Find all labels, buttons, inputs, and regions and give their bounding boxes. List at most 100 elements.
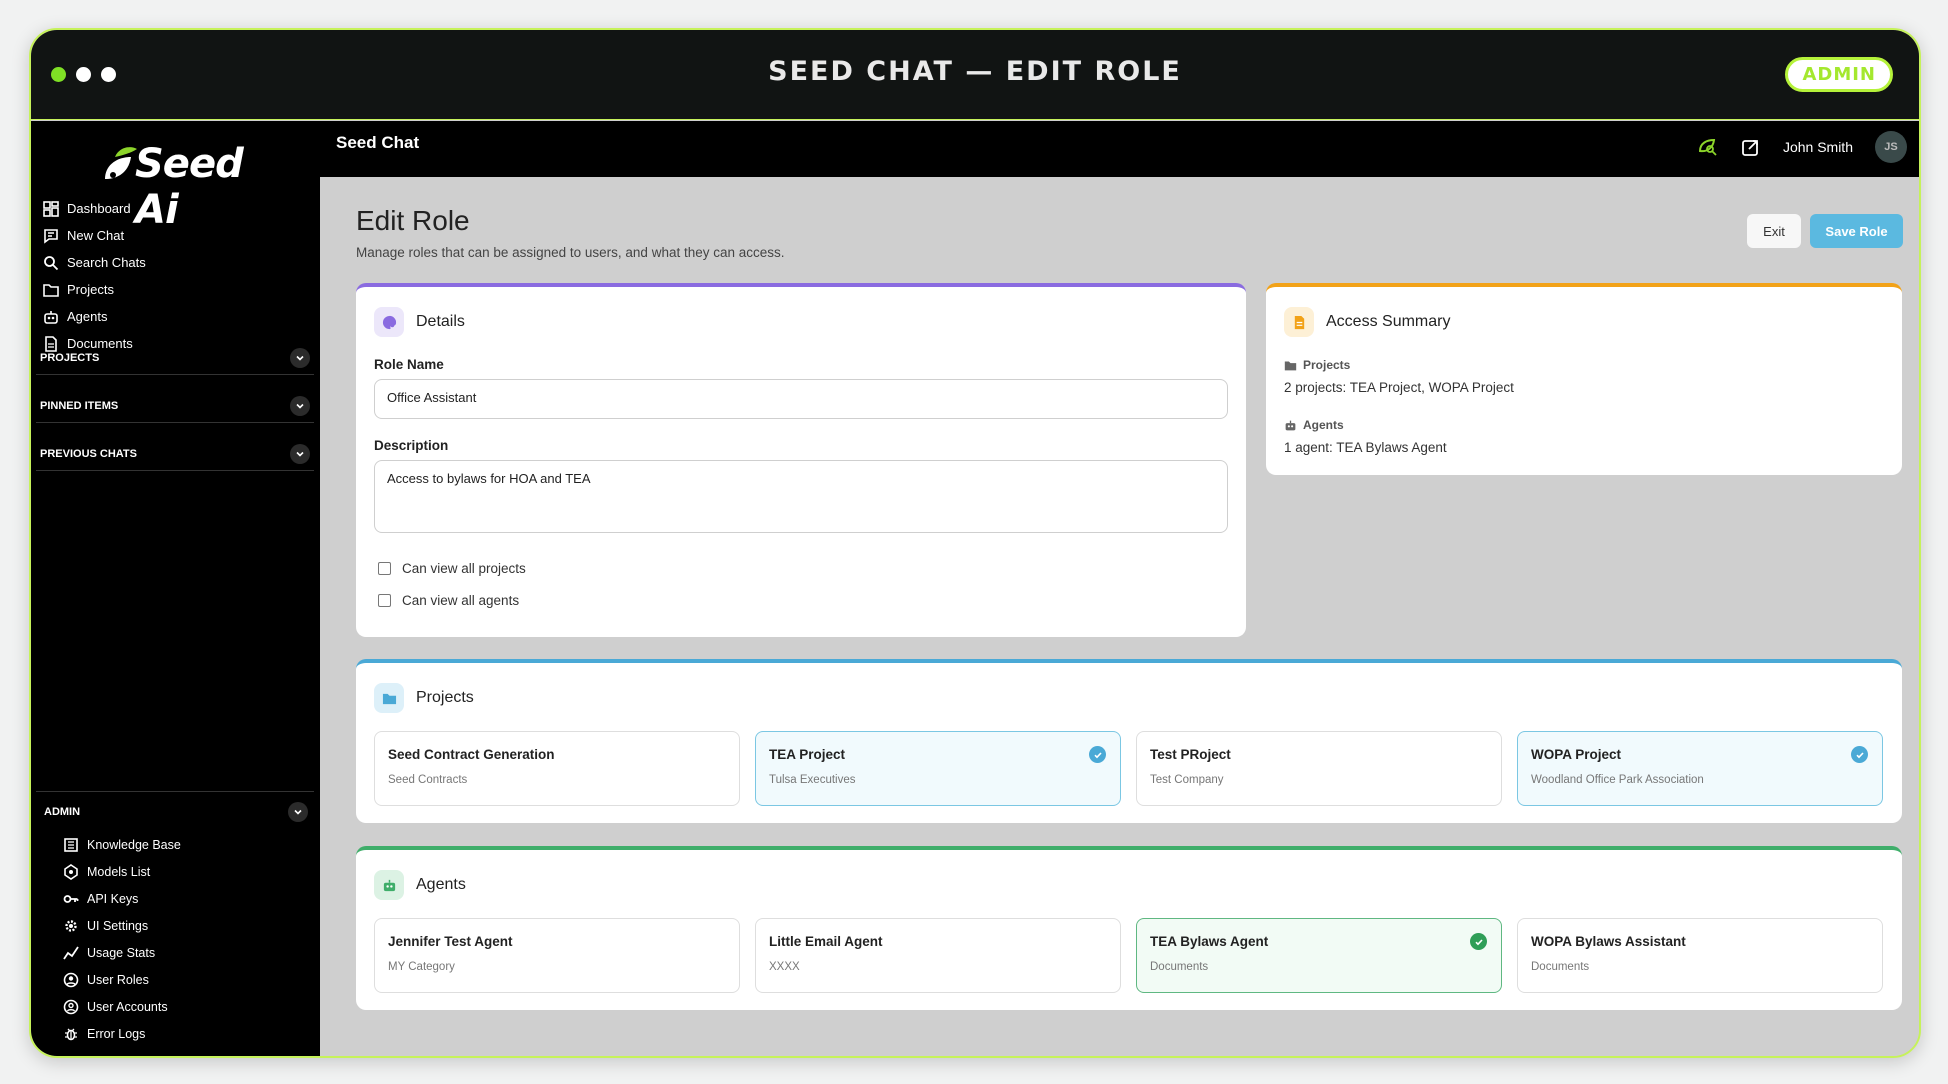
agent-category: Documents	[1531, 961, 1590, 973]
projects-folder-icon	[374, 683, 404, 713]
projects-card: Projects Seed Contract Generation Seed C…	[356, 659, 1902, 823]
checkbox-label: Can view all projects	[402, 561, 526, 576]
checkbox-label: Can view all agents	[402, 593, 520, 608]
agent-tile[interactable]: WOPA Bylaws Assistant Documents	[1517, 918, 1883, 993]
agent-name: Little Email Agent	[769, 934, 883, 949]
section-label: PINNED ITEMS	[40, 399, 119, 412]
sidebar-nav: Dashboard New Chat Search Chats Projects…	[43, 195, 146, 357]
sidebar-item-dashboard[interactable]: Dashboard	[43, 195, 146, 222]
robot-icon	[44, 310, 58, 324]
agent-name: TEA Bylaws Agent	[1150, 934, 1269, 949]
search-icon	[44, 255, 59, 270]
sidebar-item-label: Dashboard	[67, 201, 131, 216]
summary-projects-label: Projects	[1284, 358, 1350, 372]
sidebar-item-user-accounts[interactable]: User Accounts	[63, 993, 181, 1020]
avatar[interactable]: JS	[1875, 131, 1907, 163]
summary-projects-label-text: Projects	[1303, 358, 1351, 372]
summary-agents-value: 1 agent: TEA Bylaws Agent	[1284, 440, 1447, 455]
checkbox[interactable]	[378, 562, 391, 575]
window-title: SEED CHAT — EDIT ROLE	[768, 56, 1182, 87]
seed-ai-logo[interactable]: Seed Ai	[91, 137, 251, 233]
details-header: Details	[374, 307, 465, 337]
admin-badge: ADMIN	[1785, 57, 1893, 92]
gear-icon	[65, 919, 77, 932]
sidebar-item-knowledge-base[interactable]: Knowledge Base	[63, 831, 181, 858]
chevron-down-icon[interactable]	[290, 443, 310, 464]
sidebar-item-ui-settings[interactable]: UI Settings	[63, 912, 181, 939]
user-name[interactable]: John Smith	[1783, 139, 1853, 155]
chevron-down-icon[interactable]	[290, 395, 310, 416]
agent-tile[interactable]: Jennifer Test Agent MY Category	[374, 918, 740, 993]
sidebar-item-api-keys[interactable]: API Keys	[63, 885, 181, 912]
sidebar-item-user-roles[interactable]: User Roles	[63, 966, 181, 993]
summary-projects-value: 2 projects: TEA Project, WOPA Project	[1284, 380, 1514, 395]
sidebar-item-search-chats[interactable]: Search Chats	[43, 249, 146, 276]
admin-nav: Knowledge Base Models List API Keys UI S…	[63, 831, 181, 1047]
role-name-input[interactable]: Office Assistant	[374, 379, 1228, 419]
new-chat-icon[interactable]	[1741, 137, 1761, 157]
window-titlebar: SEED CHAT — EDIT ROLE ADMIN	[31, 30, 1919, 120]
page-subtitle: Manage roles that can be assigned to use…	[356, 245, 785, 260]
sidebar-item-error-logs[interactable]: Error Logs	[63, 1020, 181, 1047]
project-tile[interactable]: Seed Contract Generation Seed Contracts	[374, 731, 740, 806]
agent-tile[interactable]: Little Email Agent XXXX	[755, 918, 1121, 993]
project-company: Woodland Office Park Association	[1531, 774, 1704, 786]
summary-header: Access Summary	[1284, 307, 1450, 337]
chevron-down-icon[interactable]	[288, 801, 308, 822]
chevron-down-icon[interactable]	[290, 347, 310, 368]
sidebar-item-label: Search Chats	[67, 255, 146, 270]
project-tile[interactable]: Test PRoject Test Company	[1136, 731, 1502, 806]
sidebar-section-pinned-items[interactable]: PINNED ITEMS	[36, 389, 314, 423]
checkbox[interactable]	[378, 594, 391, 607]
project-company: Seed Contracts	[388, 774, 468, 786]
sidebar-section-projects[interactable]: PROJECTS	[36, 341, 314, 375]
sidebar-item-label: UI Settings	[87, 918, 149, 933]
bug-icon	[65, 1028, 77, 1040]
project-name: Test PRoject	[1150, 747, 1231, 762]
leaf-search-icon[interactable]	[1697, 136, 1719, 158]
sidebar-item-new-chat[interactable]: New Chat	[43, 222, 146, 249]
roles-icon	[63, 972, 79, 987]
projects-title: Projects	[416, 689, 474, 706]
sidebar-item-label: API Keys	[87, 891, 139, 906]
project-tile-selected[interactable]: WOPA Project Woodland Office Park Associ…	[1517, 731, 1883, 806]
sidebar-item-agents[interactable]: Agents	[43, 303, 146, 330]
key-icon	[63, 894, 79, 903]
model-icon	[64, 863, 78, 880]
sidebar-section-admin[interactable]: ADMIN	[36, 791, 314, 831]
sidebar-item-label: Models List	[87, 864, 151, 879]
role-name-label: Role Name	[374, 357, 444, 372]
app-name: Seed Chat	[336, 133, 420, 152]
project-tile-selected[interactable]: TEA Project Tulsa Executives	[755, 731, 1121, 806]
agent-category: MY Category	[388, 961, 455, 973]
sidebar-item-projects[interactable]: Projects	[43, 276, 146, 303]
agent-name: Jennifer Test Agent	[388, 934, 513, 949]
section-label: PREVIOUS CHATS	[40, 447, 137, 460]
description-textarea[interactable]: Access to bylaws for HOA and TEA	[374, 460, 1228, 533]
sidebar: Seed Ai Dashboard New Chat Search Chats …	[31, 121, 320, 1056]
leaf-logo-icon	[105, 147, 137, 179]
project-name: TEA Project	[769, 747, 846, 762]
details-card: Details Role Name Office Assistant Descr…	[356, 283, 1246, 637]
dashboard-icon	[43, 200, 59, 217]
project-name: Seed Contract Generation	[388, 747, 555, 762]
project-company: Test Company	[1150, 774, 1224, 786]
project-name: WOPA Project	[1531, 747, 1622, 762]
agent-tile-selected[interactable]: TEA Bylaws Agent Documents	[1136, 918, 1502, 993]
folder-icon	[1284, 360, 1297, 370]
projects-header: Projects	[374, 683, 474, 713]
user-icon	[63, 999, 79, 1014]
robot-icon	[1285, 420, 1296, 430]
sidebar-section-previous-chats[interactable]: PREVIOUS CHATS	[36, 437, 314, 471]
view-all-projects-checkbox[interactable]: Can view all projects	[378, 561, 526, 576]
view-all-agents-checkbox[interactable]: Can view all agents	[378, 593, 519, 608]
sidebar-item-label: Usage Stats	[87, 945, 156, 960]
sidebar-item-models-list[interactable]: Models List	[63, 858, 181, 885]
agents-card: Agents Jennifer Test Agent MY Category L…	[356, 846, 1902, 1010]
sidebar-item-label: User Accounts	[87, 999, 168, 1014]
agent-category: Documents	[1150, 961, 1209, 973]
save-role-button[interactable]: Save Role	[1810, 214, 1903, 248]
palette-icon	[374, 307, 404, 337]
sidebar-item-usage-stats[interactable]: Usage Stats	[63, 939, 181, 966]
exit-button[interactable]: Exit	[1747, 214, 1801, 248]
